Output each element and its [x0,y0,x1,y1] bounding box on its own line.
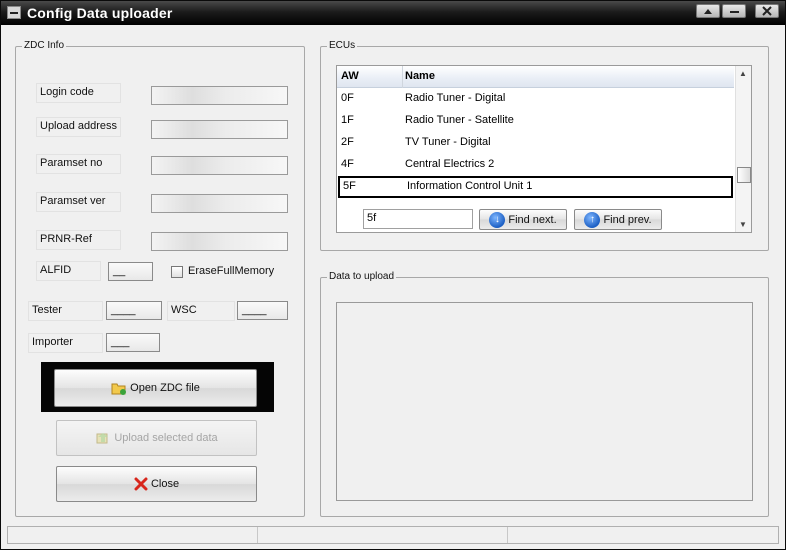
alfid-field[interactable]: __ [108,262,153,281]
ecu-name-cell: Radio Tuner - Satellite [405,114,514,126]
arrow-down-circle-icon: ↓ [489,211,506,228]
paramset-ver-field[interactable] [151,194,288,213]
minimize-button[interactable] [696,4,720,18]
triangle-up-icon [704,9,712,14]
ecu-list-scrollbar[interactable]: ▲ ▼ [735,66,751,232]
tester-label: Tester [28,301,103,321]
data-to-upload-area[interactable] [336,302,753,501]
upload-selected-data-label: Upload selected data [114,432,218,444]
status-bar [7,526,779,544]
find-prev-label: Find prev. [603,213,652,226]
ecu-row[interactable]: 0F Radio Tuner - Digital [337,88,734,110]
ecu-name-cell: TV Tuner - Digital [405,136,491,148]
column-header-name[interactable]: Name [405,70,435,82]
find-next-label: Find next. [508,213,557,226]
config-data-uploader-window: Config Data uploader ZDC Info Login code… [0,0,786,550]
red-x-icon [134,477,148,491]
find-next-button[interactable]: ↓ Find next. [479,209,567,230]
wsc-label: WSC [167,301,235,321]
ecu-name-cell: Central Electrics 2 [405,158,495,170]
ecu-name-cell: Information Control Unit 1 [407,180,533,192]
ecu-name-cell: Radio Tuner - Digital [405,92,506,104]
upload-address-label: Upload address [36,117,121,137]
importer-field[interactable]: ___ [106,333,160,352]
folder-open-icon [111,383,127,395]
login-code-field[interactable] [151,86,288,105]
restore-button[interactable] [722,4,746,18]
scroll-up-icon[interactable]: ▲ [739,69,747,78]
status-segment [8,527,258,543]
minimize-icon [730,11,739,13]
erase-full-memory-checkbox[interactable] [171,266,183,278]
tester-field[interactable]: ____ [106,301,162,320]
prnr-ref-label: PRNR-Ref [36,230,121,250]
paramset-no-field[interactable] [151,156,288,175]
scroll-down-icon[interactable]: ▼ [739,220,747,229]
find-prev-button[interactable]: ↑ Find prev. [574,209,662,230]
arrow-up-circle-icon: ↑ [584,211,601,228]
close-window-button[interactable] [755,4,779,18]
close-label: Close [150,478,180,490]
open-zdc-file-label: Open ZDC file [130,382,200,394]
ecu-aw-cell: 0F [341,92,354,104]
upload-selected-data-button[interactable]: Upload selected data [56,420,257,456]
prnr-ref-field[interactable] [151,232,288,251]
data-to-upload-group-label: Data to upload [327,271,397,282]
ecu-aw-cell: 1F [341,114,354,126]
ecus-group-label: ECUs [327,40,358,51]
upload-icon [96,433,109,444]
open-zdc-file-button[interactable]: Open ZDC file [54,369,257,407]
ecu-aw-cell: 4F [341,158,354,170]
ecu-aw-cell: 5F [343,180,356,192]
zdc-info-group-label: ZDC Info [22,40,67,51]
find-input[interactable]: 5f [363,209,473,229]
paramset-ver-label: Paramset ver [36,192,121,212]
login-code-label: Login code [36,83,121,103]
importer-label: Importer [28,333,103,353]
ecu-row[interactable]: 2F TV Tuner - Digital [337,132,734,154]
ecu-row-selected[interactable]: 5F Information Control Unit 1 [338,176,733,198]
close-icon [762,6,772,16]
window-title: Config Data uploader [27,5,173,21]
column-header-aw[interactable]: AW [341,70,359,82]
upload-address-field[interactable] [151,120,288,139]
system-menu-icon[interactable] [7,6,21,19]
ecu-list-header: AW Name [337,66,734,88]
scroll-thumb[interactable] [737,167,751,183]
alfid-label: ALFID [36,261,101,281]
paramset-no-label: Paramset no [36,154,121,174]
ecu-row[interactable]: 4F Central Electrics 2 [337,154,734,176]
wsc-field[interactable]: ____ [237,301,288,320]
ecu-list[interactable]: AW Name 0F Radio Tuner - Digital 1F Radi… [336,65,752,233]
status-segment [258,527,508,543]
ecu-row[interactable]: 1F Radio Tuner - Satellite [337,110,734,132]
column-divider[interactable] [402,66,403,88]
ecu-aw-cell: 2F [341,136,354,148]
erase-full-memory-label: EraseFullMemory [188,265,275,277]
close-button[interactable]: Close [56,466,257,502]
title-bar[interactable]: Config Data uploader [1,1,785,25]
